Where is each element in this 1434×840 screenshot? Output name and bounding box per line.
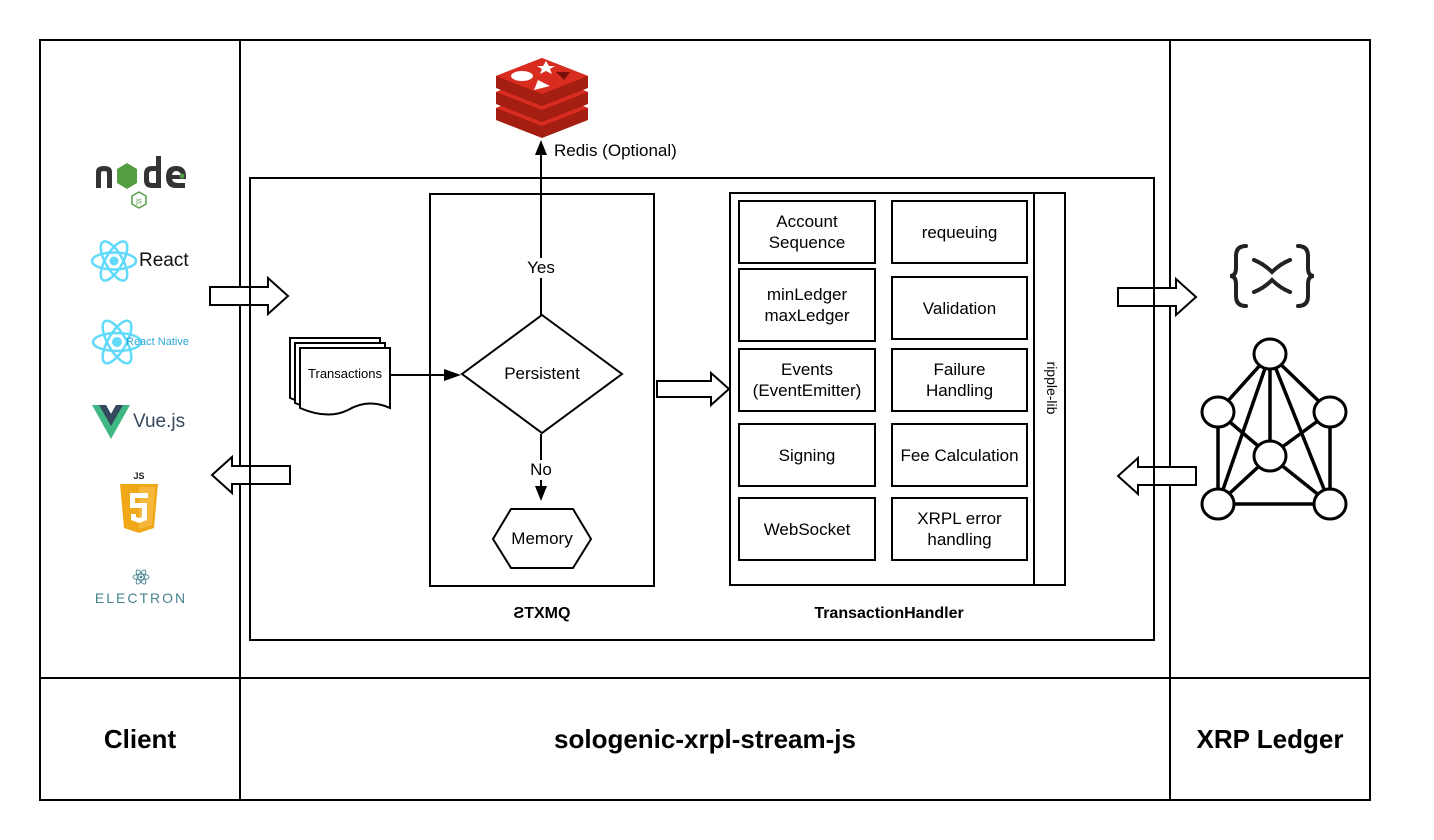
ledger-column-label: XRP Ledger xyxy=(1196,723,1344,754)
network-node xyxy=(1312,487,1348,521)
transactions-document-label: Transactions xyxy=(308,366,382,381)
react-logo: React xyxy=(89,236,199,286)
network-node xyxy=(1252,439,1288,473)
vuejs-logo-text: Vue.js xyxy=(133,411,186,432)
decision-arrowhead xyxy=(444,369,461,381)
redis-label: Redis (Optional) xyxy=(554,141,677,160)
module-fee-calculation: Fee Calculation xyxy=(891,423,1028,487)
module-signing: Signing xyxy=(738,423,876,487)
module-validation: Validation xyxy=(891,276,1028,340)
library-column-label: sologenic-xrpl-stream-js xyxy=(554,723,856,754)
xrp-logo xyxy=(1228,242,1316,310)
client-column-label: Client xyxy=(103,723,177,754)
network-node xyxy=(1200,487,1236,521)
stxmq-caption: ƧTXMQ xyxy=(513,605,571,622)
svg-text:JS: JS xyxy=(133,471,144,481)
module-events: Events (EventEmitter) xyxy=(738,348,876,412)
transactions-connector-line xyxy=(390,374,446,376)
redis-arrowhead xyxy=(535,140,547,155)
electron-logo: ELECTRON xyxy=(86,568,196,612)
ripple-lib-label: ripple-lib xyxy=(1044,361,1060,415)
persistent-decision-label: Persistent xyxy=(504,363,580,383)
react-native-logo: React Native xyxy=(90,314,200,370)
memory-store-label: Memory xyxy=(511,528,573,548)
module-xrpl-error-handling: XRPL error handling xyxy=(891,497,1028,561)
network-graph-icon xyxy=(1200,337,1348,521)
module-failure-handling: Failure Handling xyxy=(891,348,1028,412)
network-node xyxy=(1252,337,1288,371)
transaction-handler-caption: TransactionHandler xyxy=(814,605,964,622)
network-node xyxy=(1200,395,1236,429)
yes-label: Yes xyxy=(522,258,560,278)
no-label: No xyxy=(526,460,556,480)
network-node xyxy=(1312,395,1348,429)
svg-text:js: js xyxy=(135,197,142,206)
vuejs-logo: Vue.js xyxy=(92,402,192,442)
react-logo-text: React xyxy=(139,250,189,271)
redis-logo xyxy=(494,58,590,140)
module-account-sequence: Account Sequence xyxy=(738,200,876,264)
module-websocket: WebSocket xyxy=(738,497,876,561)
memory-arrowhead xyxy=(535,486,547,501)
react-native-logo-text: React Native xyxy=(126,336,189,348)
stxmq-to-handler-arrow xyxy=(656,370,731,408)
js-shield-logo: JS xyxy=(118,470,160,534)
ripple-lib-divider xyxy=(1033,193,1035,585)
module-requeuing: requeuing xyxy=(891,200,1028,264)
nodejs-logo: js xyxy=(94,152,194,210)
module-min-max-ledger: minLedger maxLedger xyxy=(738,268,876,342)
electron-logo-text: ELECTRON xyxy=(94,590,188,606)
